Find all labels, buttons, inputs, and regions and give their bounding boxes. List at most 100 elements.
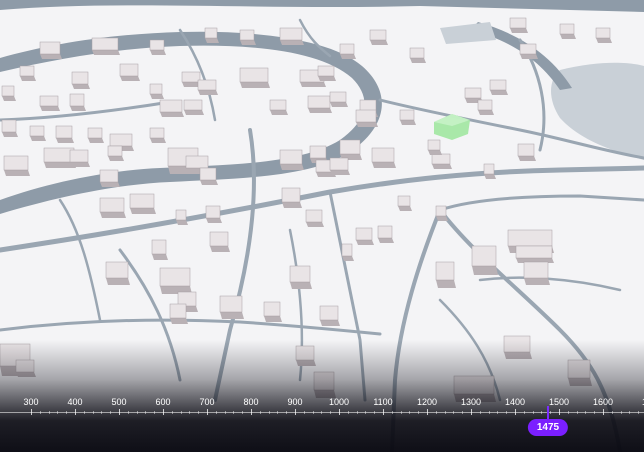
building-side <box>372 162 396 168</box>
building-side <box>120 76 140 81</box>
timeline-tick <box>427 409 428 415</box>
timeline-minor-tick <box>268 411 270 414</box>
building <box>39 41 61 55</box>
building <box>19 65 35 77</box>
building <box>515 245 553 259</box>
building-side <box>410 58 426 63</box>
building <box>427 139 441 151</box>
building-side <box>330 170 350 175</box>
year-marker[interactable] <box>547 406 549 420</box>
timeline-minor-tick <box>638 411 640 414</box>
building <box>399 109 415 121</box>
building <box>595 27 611 39</box>
timeline-minor-tick <box>215 411 217 414</box>
building <box>489 79 507 91</box>
timeline-tick <box>515 409 516 415</box>
timeline-minor-tick <box>110 411 112 414</box>
building <box>119 63 139 77</box>
building-side <box>428 150 442 155</box>
building <box>3 155 29 171</box>
timeline-tick <box>383 409 384 415</box>
building <box>129 193 155 209</box>
year-badge[interactable]: 1475 <box>527 419 569 436</box>
map-scene[interactable]: 300 400 500 600 700 800 900 1000 1100 1200 1300 140… <box>0 0 644 452</box>
building-side <box>240 82 270 88</box>
building-side <box>436 280 456 288</box>
timeline-minor-tick <box>83 411 85 414</box>
building-side <box>200 180 218 185</box>
building-side <box>320 320 340 326</box>
building-side <box>92 50 120 55</box>
timeline-minor-tick <box>497 411 499 414</box>
building-side <box>150 50 166 55</box>
building <box>295 345 315 361</box>
timeline-minor-tick <box>479 411 481 414</box>
timeline-minor-tick <box>594 411 596 414</box>
building-side <box>150 138 166 143</box>
building <box>519 43 537 55</box>
building <box>43 147 75 163</box>
timeline-minor-tick <box>488 411 490 414</box>
building <box>369 29 387 41</box>
timeline-minor-tick <box>171 411 173 414</box>
building-side <box>2 96 16 101</box>
building-side <box>300 82 326 87</box>
building-side <box>108 156 124 161</box>
building-side <box>30 136 46 141</box>
timeline-minor-tick <box>39 411 41 414</box>
building <box>185 155 209 169</box>
building <box>169 303 187 319</box>
building-side <box>88 138 104 143</box>
timeline-minor-tick <box>541 411 543 414</box>
building <box>523 261 549 279</box>
building <box>183 99 203 111</box>
timeline-minor-tick <box>576 411 578 414</box>
building <box>91 37 119 51</box>
building <box>151 239 167 255</box>
timeline-tick <box>339 409 340 415</box>
timeline-minor-tick <box>523 411 525 414</box>
building <box>483 163 495 175</box>
building <box>339 139 361 155</box>
timeline-minor-tick <box>66 411 68 414</box>
building-side <box>56 138 74 143</box>
building-side <box>70 162 90 167</box>
building-side <box>220 312 244 319</box>
building-side <box>205 38 219 43</box>
building <box>269 99 287 111</box>
timeline-minor-tick <box>224 411 226 414</box>
building <box>435 261 455 281</box>
building-side <box>210 246 230 252</box>
timeline-tick <box>251 409 252 415</box>
building-side <box>176 220 188 225</box>
building-side <box>100 182 120 187</box>
building <box>39 95 59 107</box>
building-side <box>568 378 592 386</box>
timeline-minor-tick <box>400 411 402 414</box>
building-side <box>478 110 494 115</box>
timeline-minor-tick <box>435 411 437 414</box>
building-side <box>510 28 528 33</box>
building <box>559 23 575 35</box>
timeline-minor-tick <box>242 411 244 414</box>
building <box>317 65 335 77</box>
city-map[interactable] <box>0 0 644 452</box>
timeline-tick-label: 1100 <box>373 397 393 407</box>
timeline-minor-tick <box>330 411 332 414</box>
building-side <box>2 132 18 137</box>
building-side <box>290 282 312 289</box>
timeline-minor-tick <box>391 411 393 414</box>
timeline-tick-label: 1500 <box>548 397 570 407</box>
timeline[interactable]: 300 400 500 600 700 800 900 1000 1100 1200 1300 140… <box>0 392 644 452</box>
building-side <box>596 38 612 43</box>
building <box>239 67 269 83</box>
building <box>329 91 347 103</box>
building-side <box>520 54 538 59</box>
timeline-minor-tick <box>356 411 358 414</box>
building <box>409 47 425 59</box>
building-side <box>296 360 316 366</box>
building-side <box>340 54 356 59</box>
timeline-minor-tick <box>57 411 59 414</box>
building-side <box>198 90 218 95</box>
building <box>471 245 497 267</box>
